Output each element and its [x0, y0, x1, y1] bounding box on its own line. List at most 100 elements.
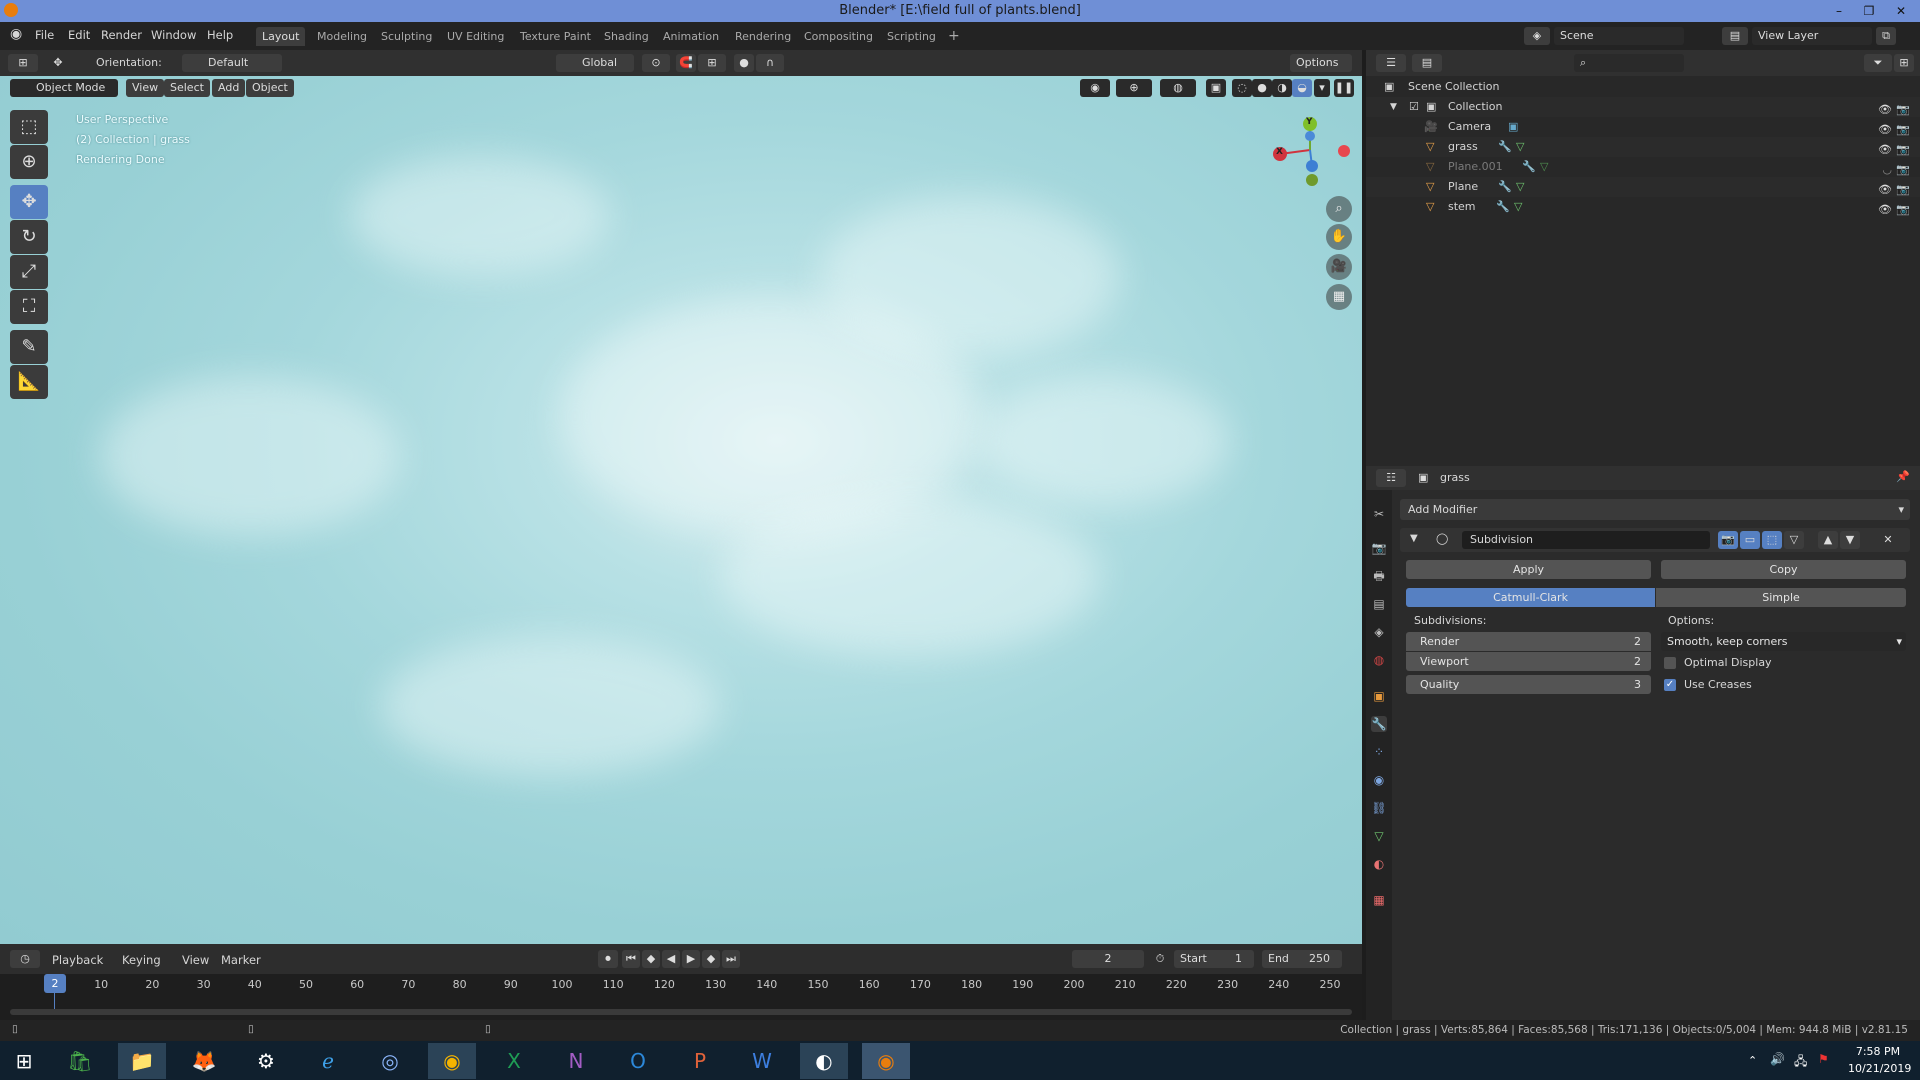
on-cage-icon[interactable]: ▽	[1784, 531, 1804, 549]
visibility-eye-icon[interactable]: 👁	[1878, 200, 1892, 220]
mode-dropdown[interactable]: Object Mode	[10, 79, 118, 97]
firefox-icon[interactable]: 🦊	[180, 1043, 228, 1079]
add-workspace-icon[interactable]: +	[942, 27, 966, 46]
options-dropdown[interactable]: Options	[1290, 54, 1352, 72]
filter-icon[interactable]: ⏷	[1864, 54, 1892, 72]
show-in-editmode-icon[interactable]: ⬚	[1762, 531, 1782, 549]
outliner-item-plane[interactable]: ▽ Plane 🔧 ▽ 👁 📷	[1366, 177, 1920, 197]
menu-edit[interactable]: Edit	[68, 28, 90, 42]
outliner-search-input[interactable]: ⌕	[1574, 54, 1684, 72]
orientation-dropdown[interactable]: Default	[182, 54, 282, 72]
add-modifier-dropdown[interactable]: Add Modifier ▾	[1400, 499, 1910, 520]
remove-modifier-icon[interactable]: ✕	[1878, 531, 1898, 549]
pivot-point-icon[interactable]: ⊙	[642, 54, 670, 72]
current-frame-field[interactable]: 2	[1072, 950, 1144, 968]
world-tab-icon[interactable]: ◍	[1371, 652, 1387, 668]
blender-taskbar-icon[interactable]: ◉	[862, 1043, 910, 1079]
tab-texture-paint[interactable]: Texture Paint	[514, 27, 597, 46]
tab-scripting[interactable]: Scripting	[881, 27, 942, 46]
steam-icon[interactable]: ⚙	[242, 1043, 290, 1079]
excel-icon[interactable]: X	[490, 1043, 538, 1079]
close-button[interactable]: ✕	[1888, 0, 1914, 22]
zoom-icon[interactable]: ⌕	[1326, 196, 1352, 222]
rotate-tool-icon[interactable]: ↻	[10, 220, 48, 254]
play-reverse-icon[interactable]: ◀	[662, 950, 680, 968]
display-mode-icon[interactable]: ▤	[1412, 54, 1442, 72]
menu-window[interactable]: Window	[151, 28, 196, 42]
overlay-toggle-icon[interactable]: ◍	[1160, 79, 1196, 97]
transform-tool-icon[interactable]: ⛶	[10, 290, 48, 324]
gizmo-toggle-icon[interactable]: ⊕	[1116, 79, 1152, 97]
pause-render-icon[interactable]: ❚❚	[1334, 79, 1354, 97]
object-menu[interactable]: Object	[246, 79, 294, 97]
internet-explorer-icon[interactable]: ℯ	[304, 1043, 352, 1079]
annotate-tool-icon[interactable]: ✎	[10, 330, 48, 364]
collection-row[interactable]: ▼ ☑ ▣ Collection 👁 📷	[1366, 97, 1920, 117]
outlook-icon[interactable]: O	[614, 1043, 662, 1079]
tab-layout[interactable]: Layout	[256, 27, 306, 46]
end-frame-field[interactable]: End 250	[1262, 950, 1342, 968]
keying-menu[interactable]: Keying	[122, 953, 161, 967]
record-icon[interactable]: ⏺	[598, 950, 618, 968]
powerpoint-icon[interactable]: P	[676, 1043, 724, 1079]
tab-shading[interactable]: Shading	[598, 27, 655, 46]
store-icon[interactable]: 🛍	[56, 1043, 104, 1079]
tab-uv-editing[interactable]: UV Editing	[441, 27, 510, 46]
modifier-tab-icon[interactable]: 🔧	[1371, 716, 1387, 732]
word-icon[interactable]: W	[738, 1043, 786, 1079]
object-tab-icon[interactable]: ▣	[1371, 688, 1387, 704]
material-shading-icon[interactable]: ◑	[1272, 79, 1292, 97]
measure-tool-icon[interactable]: 📐	[10, 365, 48, 399]
scene-collection-row[interactable]: ▣ Scene Collection	[1366, 77, 1920, 97]
tab-modeling[interactable]: Modeling	[311, 27, 373, 46]
render-tab-icon[interactable]: 📷	[1371, 540, 1387, 556]
simple-toggle[interactable]: Simple	[1656, 588, 1906, 607]
jump-end-icon[interactable]: ⏭	[722, 950, 740, 968]
timeline-view-menu[interactable]: View	[182, 953, 209, 967]
collection-checkbox-icon[interactable]: ☑	[1409, 97, 1419, 117]
start-windows-icon[interactable]: ⊞	[0, 1043, 48, 1079]
obs-icon[interactable]: ◐	[800, 1043, 848, 1079]
outliner-item-grass[interactable]: ▽ grass 🔧 ▽ 👁 📷	[1366, 137, 1920, 157]
network-icon[interactable]: 🖧	[1794, 1052, 1807, 1073]
add-menu[interactable]: Add	[212, 79, 246, 97]
menu-file[interactable]: File	[35, 28, 54, 42]
chromium-icon[interactable]: ◎	[366, 1043, 414, 1079]
menu-render[interactable]: Render	[101, 28, 142, 42]
xray-toggle-icon[interactable]: ▣	[1206, 79, 1226, 97]
maximize-button[interactable]: ❐	[1856, 0, 1882, 22]
snap-toggle-icon[interactable]: 🧲	[676, 54, 696, 72]
properties-editor-type-icon[interactable]: ☷	[1376, 469, 1406, 487]
transform-orientation-dropdown[interactable]: Global	[556, 54, 634, 72]
move-tool-button[interactable]: ✥	[10, 185, 48, 219]
camera-view-icon[interactable]: 🎥	[1326, 254, 1352, 280]
optimal-display-checkbox[interactable]	[1664, 657, 1676, 669]
pan-hand-icon[interactable]: ✋	[1326, 224, 1352, 250]
shading-options-icon[interactable]: ▾	[1314, 79, 1330, 97]
new-collection-icon[interactable]: ⊞	[1894, 54, 1914, 72]
copy-button[interactable]: Copy	[1661, 560, 1906, 579]
pin-icon[interactable]: 📌	[1896, 470, 1910, 483]
proportional-edit-icon[interactable]: ●	[734, 54, 754, 72]
chrome-icon[interactable]: ◉	[428, 1043, 476, 1079]
view-menu[interactable]: View	[126, 79, 165, 97]
material-tab-icon[interactable]: ◐	[1371, 856, 1387, 872]
solid-shading-icon[interactable]: ●	[1252, 79, 1272, 97]
tool-tab-icon[interactable]: ✂	[1371, 506, 1387, 522]
outliner-item-camera[interactable]: 🎥 Camera ▣ 👁 📷	[1366, 117, 1920, 137]
scene-selector-icon[interactable]: ◈	[1524, 27, 1550, 45]
playback-menu[interactable]: Playback	[52, 953, 103, 967]
file-explorer-icon[interactable]: 📁	[118, 1043, 166, 1079]
scale-tool-icon[interactable]: ⤢	[10, 255, 48, 289]
apply-button[interactable]: Apply	[1406, 560, 1651, 579]
action-center-icon[interactable]: ⚑	[1818, 1052, 1829, 1066]
cursor-tool-icon[interactable]: ⊕	[10, 145, 48, 179]
wireframe-shading-icon[interactable]: ◌	[1232, 79, 1252, 97]
catmull-clark-toggle[interactable]: Catmull-Clark	[1406, 588, 1655, 607]
falloff-icon[interactable]: ∩	[756, 54, 784, 72]
show-in-render-icon[interactable]: 📷	[1718, 531, 1738, 549]
move-up-icon[interactable]: ▲	[1818, 531, 1838, 549]
quality-field[interactable]: Quality 3	[1406, 675, 1651, 694]
tab-animation[interactable]: Animation	[657, 27, 725, 46]
viewport-levels-field[interactable]: Viewport 2	[1406, 652, 1651, 671]
